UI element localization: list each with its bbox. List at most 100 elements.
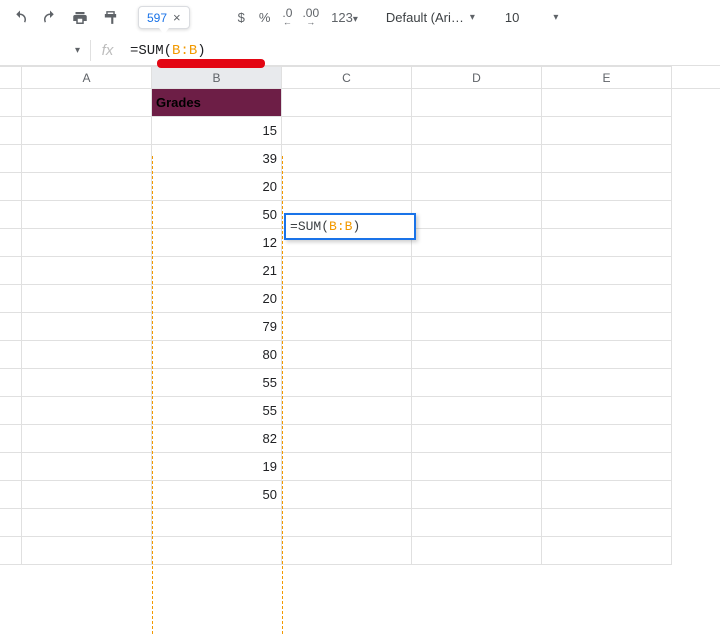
cell[interactable] xyxy=(22,425,152,453)
row-header[interactable] xyxy=(0,453,22,481)
cell[interactable] xyxy=(22,313,152,341)
cell[interactable]: 39 xyxy=(152,145,282,173)
cell[interactable] xyxy=(542,285,672,313)
column-header-E[interactable]: E xyxy=(542,66,672,88)
cell[interactable] xyxy=(22,453,152,481)
cell[interactable] xyxy=(22,397,152,425)
cell[interactable] xyxy=(542,509,672,537)
cell[interactable] xyxy=(22,145,152,173)
cell[interactable] xyxy=(282,453,412,481)
row-header[interactable] xyxy=(0,341,22,369)
cell[interactable] xyxy=(282,397,412,425)
cell[interactable] xyxy=(22,537,152,565)
paint-format-icon[interactable] xyxy=(96,4,124,32)
currency-format-button[interactable]: $ xyxy=(232,10,251,25)
cell[interactable] xyxy=(542,453,672,481)
cell[interactable] xyxy=(282,313,412,341)
row-header[interactable] xyxy=(0,369,22,397)
name-box-dropdown[interactable]: ▾ xyxy=(0,36,90,65)
formula-input[interactable]: =SUM(B:B) xyxy=(124,43,720,59)
cell[interactable] xyxy=(282,145,412,173)
cell[interactable] xyxy=(282,173,412,201)
cell[interactable] xyxy=(542,425,672,453)
cell[interactable] xyxy=(22,229,152,257)
cell[interactable]: 55 xyxy=(152,369,282,397)
select-all-corner[interactable] xyxy=(0,66,22,88)
cell[interactable]: 19 xyxy=(152,453,282,481)
cell[interactable] xyxy=(22,173,152,201)
print-icon[interactable] xyxy=(66,4,94,32)
row-header[interactable] xyxy=(0,425,22,453)
row-header[interactable] xyxy=(0,509,22,537)
cell[interactable] xyxy=(412,89,542,117)
row-header[interactable] xyxy=(0,145,22,173)
cell[interactable] xyxy=(412,257,542,285)
spreadsheet-grid[interactable]: A B C D E Grades153920501221207980555582… xyxy=(0,66,720,565)
cell[interactable]: 55 xyxy=(152,397,282,425)
increase-decimal-button[interactable]: .00→ xyxy=(298,4,323,32)
cell[interactable]: 82 xyxy=(152,425,282,453)
cell[interactable] xyxy=(22,369,152,397)
row-header[interactable] xyxy=(0,117,22,145)
cell[interactable] xyxy=(282,509,412,537)
undo-icon[interactable] xyxy=(6,4,34,32)
cell[interactable] xyxy=(282,89,412,117)
cell[interactable] xyxy=(412,173,542,201)
cell[interactable] xyxy=(412,229,542,257)
cell[interactable] xyxy=(282,257,412,285)
cell[interactable]: 20 xyxy=(152,173,282,201)
cell[interactable] xyxy=(542,397,672,425)
cell[interactable] xyxy=(412,313,542,341)
font-size-dropdown[interactable]: 10 ▾ xyxy=(497,10,567,25)
cell[interactable]: 50 xyxy=(152,481,282,509)
cell[interactable] xyxy=(22,117,152,145)
redo-icon[interactable] xyxy=(36,4,64,32)
cell[interactable] xyxy=(22,257,152,285)
cell[interactable]: 12 xyxy=(152,229,282,257)
cell[interactable] xyxy=(542,481,672,509)
cell[interactable] xyxy=(542,117,672,145)
cell[interactable] xyxy=(22,509,152,537)
row-header[interactable] xyxy=(0,481,22,509)
cell[interactable]: 50 xyxy=(152,201,282,229)
cell[interactable]: Grades xyxy=(152,89,282,117)
more-formats-button[interactable]: 123▾ xyxy=(325,10,364,25)
row-header[interactable] xyxy=(0,285,22,313)
row-header[interactable] xyxy=(0,89,22,117)
cell[interactable] xyxy=(412,201,542,229)
cell[interactable] xyxy=(22,89,152,117)
percent-format-button[interactable]: % xyxy=(253,10,277,25)
cell[interactable] xyxy=(282,117,412,145)
row-header[interactable] xyxy=(0,397,22,425)
cell[interactable] xyxy=(542,145,672,173)
cell[interactable]: 15 xyxy=(152,117,282,145)
row-header[interactable] xyxy=(0,313,22,341)
cell[interactable] xyxy=(22,285,152,313)
cell[interactable] xyxy=(542,229,672,257)
cell[interactable] xyxy=(542,201,672,229)
cell[interactable] xyxy=(412,509,542,537)
cell[interactable] xyxy=(412,537,542,565)
cell[interactable] xyxy=(152,509,282,537)
decrease-decimal-button[interactable]: .0← xyxy=(278,4,296,32)
cell[interactable] xyxy=(412,145,542,173)
close-icon[interactable]: × xyxy=(173,10,181,25)
cell[interactable] xyxy=(22,481,152,509)
font-family-dropdown[interactable]: Default (Ari… ▾ xyxy=(378,10,483,25)
row-header[interactable] xyxy=(0,537,22,565)
cell[interactable] xyxy=(282,425,412,453)
cell[interactable] xyxy=(412,117,542,145)
cell[interactable] xyxy=(542,537,672,565)
cell[interactable] xyxy=(282,341,412,369)
cell[interactable]: 20 xyxy=(152,285,282,313)
row-header[interactable] xyxy=(0,201,22,229)
cell[interactable] xyxy=(282,537,412,565)
cell[interactable]: 80 xyxy=(152,341,282,369)
cell[interactable] xyxy=(542,173,672,201)
row-header[interactable] xyxy=(0,229,22,257)
column-header-C[interactable]: C xyxy=(282,66,412,88)
cell[interactable] xyxy=(542,341,672,369)
row-header[interactable] xyxy=(0,173,22,201)
cell[interactable] xyxy=(412,481,542,509)
row-header[interactable] xyxy=(0,257,22,285)
